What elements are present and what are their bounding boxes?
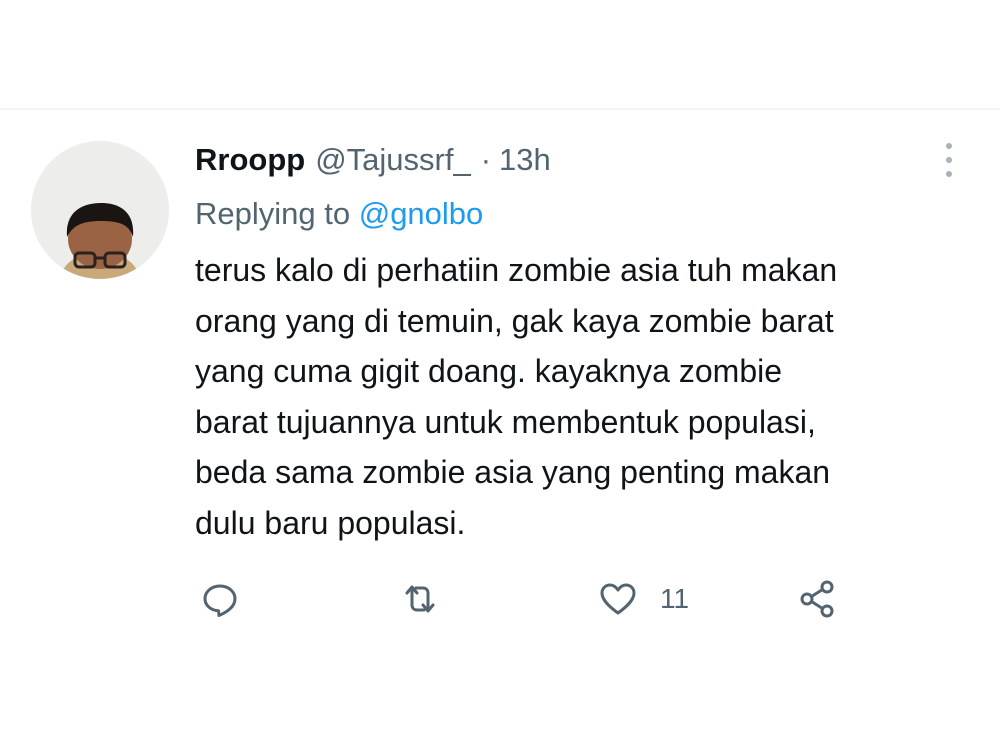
reply-button[interactable] — [200, 575, 240, 623]
heart-icon — [600, 583, 636, 615]
tweet-time[interactable]: 13h — [499, 138, 551, 182]
retweet-button[interactable] — [400, 575, 440, 623]
tweet-text-line: barat tujuannya untuk membentuk populasi… — [195, 403, 816, 440]
more-vertical-icon[interactable] — [938, 140, 960, 180]
tweet-text-line: beda sama zombie asia yang penting makan — [195, 454, 831, 490]
tweet-text-line: orang yang di temuin, gak kaya zombie ba… — [195, 302, 834, 339]
tweet-header: Rroopp @Tajussrf_ · 13h — [195, 138, 551, 182]
tweet-text: terus kalo di perhatiin zombie asia tuh … — [195, 245, 975, 548]
separator-dot: · — [480, 142, 492, 177]
replying-prefix: Replying to — [195, 196, 359, 231]
tweet[interactable]: Rroopp @Tajussrf_ · 13h Replying to @gno… — [0, 110, 1000, 750]
share-button[interactable] — [798, 575, 838, 623]
tweet-text-line: dulu baru populasi. — [195, 504, 466, 541]
reply-icon — [203, 584, 237, 617]
replying-to: Replying to @gnolbo — [195, 192, 483, 236]
tweet-text-line: yang cuma gigit doang. kayaknya zombie — [195, 353, 783, 389]
avatar[interactable] — [31, 141, 169, 279]
author-name[interactable]: Rroopp — [195, 138, 305, 182]
avatar-image — [31, 141, 169, 279]
retweet-icon — [405, 585, 435, 613]
share-icon — [800, 580, 834, 618]
author-handle[interactable]: @Tajussrf_ — [315, 138, 471, 182]
tweet-text-line: terus kalo di perhatiin zombie asia tuh … — [195, 252, 838, 288]
like-button[interactable]: 11 — [598, 575, 689, 623]
replying-mention-link[interactable]: @gnolbo — [359, 196, 484, 231]
like-count: 11 — [660, 583, 690, 614]
action-bar: 11 — [195, 575, 955, 623]
